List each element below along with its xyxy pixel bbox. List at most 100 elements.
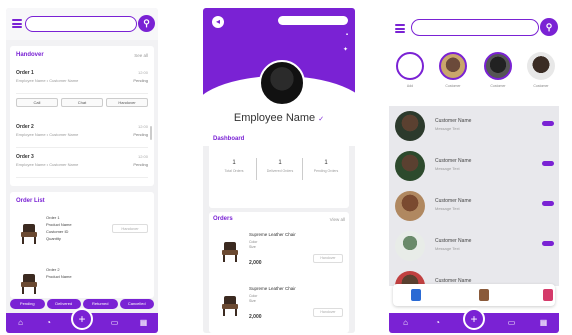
dashboard-title: Dashboard xyxy=(213,136,245,142)
employee-name: Employee Name ✓ xyxy=(203,112,355,124)
customer-name: Customer Name xyxy=(435,118,472,124)
chat-row[interactable]: Customer Name Message Text xyxy=(389,186,559,225)
chart-icon[interactable]: ◔ xyxy=(433,319,442,327)
order-name: Order 1 xyxy=(16,70,34,76)
scrollbar[interactable] xyxy=(150,126,152,140)
chat-button[interactable]: Chat xyxy=(61,98,103,107)
order-item[interactable]: Order 3 12:00 Employee Name • Customer N… xyxy=(16,152,148,178)
view-all-link[interactable]: View all xyxy=(330,217,345,222)
menu-icon[interactable] xyxy=(12,19,22,28)
list-item[interactable]: Supreme Leather Chair Color Size 2,000 H… xyxy=(215,284,343,326)
search-icon[interactable]: ⚲ xyxy=(540,18,558,36)
bell-icon[interactable]: ▪ xyxy=(346,32,348,38)
back-icon[interactable]: ◂ xyxy=(212,16,224,28)
handover-box[interactable]: Handover xyxy=(112,224,148,233)
settings-icon[interactable]: ✦ xyxy=(343,46,348,53)
order-details: Order 1 Product Name Customer ID Quantit… xyxy=(46,214,72,242)
detail-line: Quantity xyxy=(46,236,61,241)
add-icon[interactable]: + xyxy=(71,308,93,330)
chart-icon[interactable]: ◔ xyxy=(44,319,53,327)
dashboard-card: Dashboard 1 Total Orders 1 Delivered Ord… xyxy=(209,132,349,208)
profile-screen: ◂ ▪ ✦ Employee Name ✓ Dashboard 1 Total … xyxy=(203,8,355,333)
order-sub: Employee Name • Customer Name xyxy=(16,132,79,137)
call-button[interactable]: Call xyxy=(16,98,58,107)
chip-cancelled[interactable]: Cancelled xyxy=(119,299,154,309)
calendar-icon[interactable] xyxy=(543,289,553,301)
order-status: Pending xyxy=(133,162,148,167)
calendar-icon[interactable]: ▦ xyxy=(139,319,148,327)
order-actions: Call Chat Handover xyxy=(16,98,148,107)
stat-pending: 1 Pending Orders xyxy=(309,160,343,173)
story-avatar[interactable] xyxy=(527,52,555,80)
product-price: 2,000 xyxy=(249,260,262,266)
chat-icon[interactable]: ▭ xyxy=(110,319,119,327)
avatar xyxy=(395,111,425,141)
search-icon[interactable]: ⚲ xyxy=(138,15,155,32)
search-input[interactable] xyxy=(25,16,137,32)
chair-icon xyxy=(221,242,239,262)
handover-box[interactable]: Handover xyxy=(313,308,343,317)
stat-delivered: 1 Delivered Orders xyxy=(263,160,297,173)
quick-actions xyxy=(393,284,555,306)
detail-line: Product Name xyxy=(46,222,72,227)
contacts-icon[interactable] xyxy=(411,289,421,301)
search-input[interactable] xyxy=(278,16,348,25)
bottom-nav: ⌂ ◔ + ▭ ▦ xyxy=(6,308,158,333)
order-time: 12:00 xyxy=(137,154,148,159)
order-list-title: Order List xyxy=(16,198,45,204)
calendar-icon[interactable]: ▦ xyxy=(539,319,548,327)
detail-line: Customer ID xyxy=(46,229,69,234)
stat-total: 1 Total Orders xyxy=(217,160,251,173)
chat-row[interactable]: Customer Name Message Text xyxy=(389,146,559,185)
gallery-icon[interactable] xyxy=(479,289,489,301)
story-label: Add xyxy=(406,84,414,88)
avatar xyxy=(395,191,425,221)
see-all-link[interactable]: See all xyxy=(134,53,148,58)
chip-returned[interactable]: Returned xyxy=(83,299,118,309)
order-status: Pending xyxy=(133,78,148,83)
story-avatar[interactable] xyxy=(484,52,512,80)
detail-line: Product Name xyxy=(46,274,72,279)
bottom-nav: ⌂ ◔ + ▭ ▦ xyxy=(389,308,559,333)
product-detail: Color Size xyxy=(249,294,258,303)
unread-badge xyxy=(542,161,554,166)
list-item[interactable]: Supreme Leather Chair Color Size 2,000 H… xyxy=(215,230,343,272)
stat-value: 1 xyxy=(278,160,282,166)
chat-row[interactable]: Customer Name Message Text xyxy=(389,106,559,145)
chair-icon xyxy=(221,296,239,316)
home-icon[interactable]: ⌂ xyxy=(16,319,25,327)
chip-pending[interactable]: Pending xyxy=(10,299,45,309)
divider xyxy=(256,158,257,180)
chat-icon[interactable]: ▭ xyxy=(507,319,516,327)
add-icon[interactable]: + xyxy=(463,308,485,330)
product-detail: Color Size xyxy=(249,240,258,249)
orders-screen: ⚲ Handover See all Order 1 12:00 Employe… xyxy=(6,8,158,333)
story-avatar[interactable] xyxy=(439,52,467,80)
chat-row[interactable]: Customer Name Message Text xyxy=(389,226,559,265)
order-item[interactable]: Order 1 12:00 Employee Name • Customer N… xyxy=(16,68,148,94)
order-list-card: Order List Order 1 Product Name Customer… xyxy=(10,192,154,298)
stat-label: Pending Orders xyxy=(313,169,339,173)
search-input[interactable] xyxy=(411,19,539,36)
add-story-button[interactable] xyxy=(396,52,424,80)
list-item[interactable]: Order 1 Product Name Customer ID Quantit… xyxy=(16,214,148,262)
detail-line: Order 1 xyxy=(46,215,60,220)
menu-icon[interactable] xyxy=(395,24,405,33)
avatar xyxy=(395,231,425,261)
handover-button[interactable]: Handover xyxy=(106,98,148,107)
stat-value: 1 xyxy=(324,160,328,166)
handover-box[interactable]: Handover xyxy=(313,254,343,263)
order-item[interactable]: Order 2 12:00 Employee Name • Customer N… xyxy=(16,122,148,148)
order-name: Order 3 xyxy=(16,154,34,160)
home-icon[interactable]: ⌂ xyxy=(401,319,410,327)
product-name: Supreme Leather Chair xyxy=(249,286,296,291)
stat-value: 1 xyxy=(232,160,236,166)
customer-name: Customer Name xyxy=(435,238,472,244)
message-preview: Message Text xyxy=(435,166,460,171)
chip-delivered[interactable]: Delivered xyxy=(46,299,81,309)
orders-card: Orders View all Supreme Leather Chair Co… xyxy=(209,212,349,333)
order-sub: Employee Name • Customer Name xyxy=(16,78,79,83)
unread-badge xyxy=(542,241,554,246)
message-preview: Message Text xyxy=(435,126,460,131)
list-item[interactable]: Order 2 Product Name xyxy=(16,266,148,294)
